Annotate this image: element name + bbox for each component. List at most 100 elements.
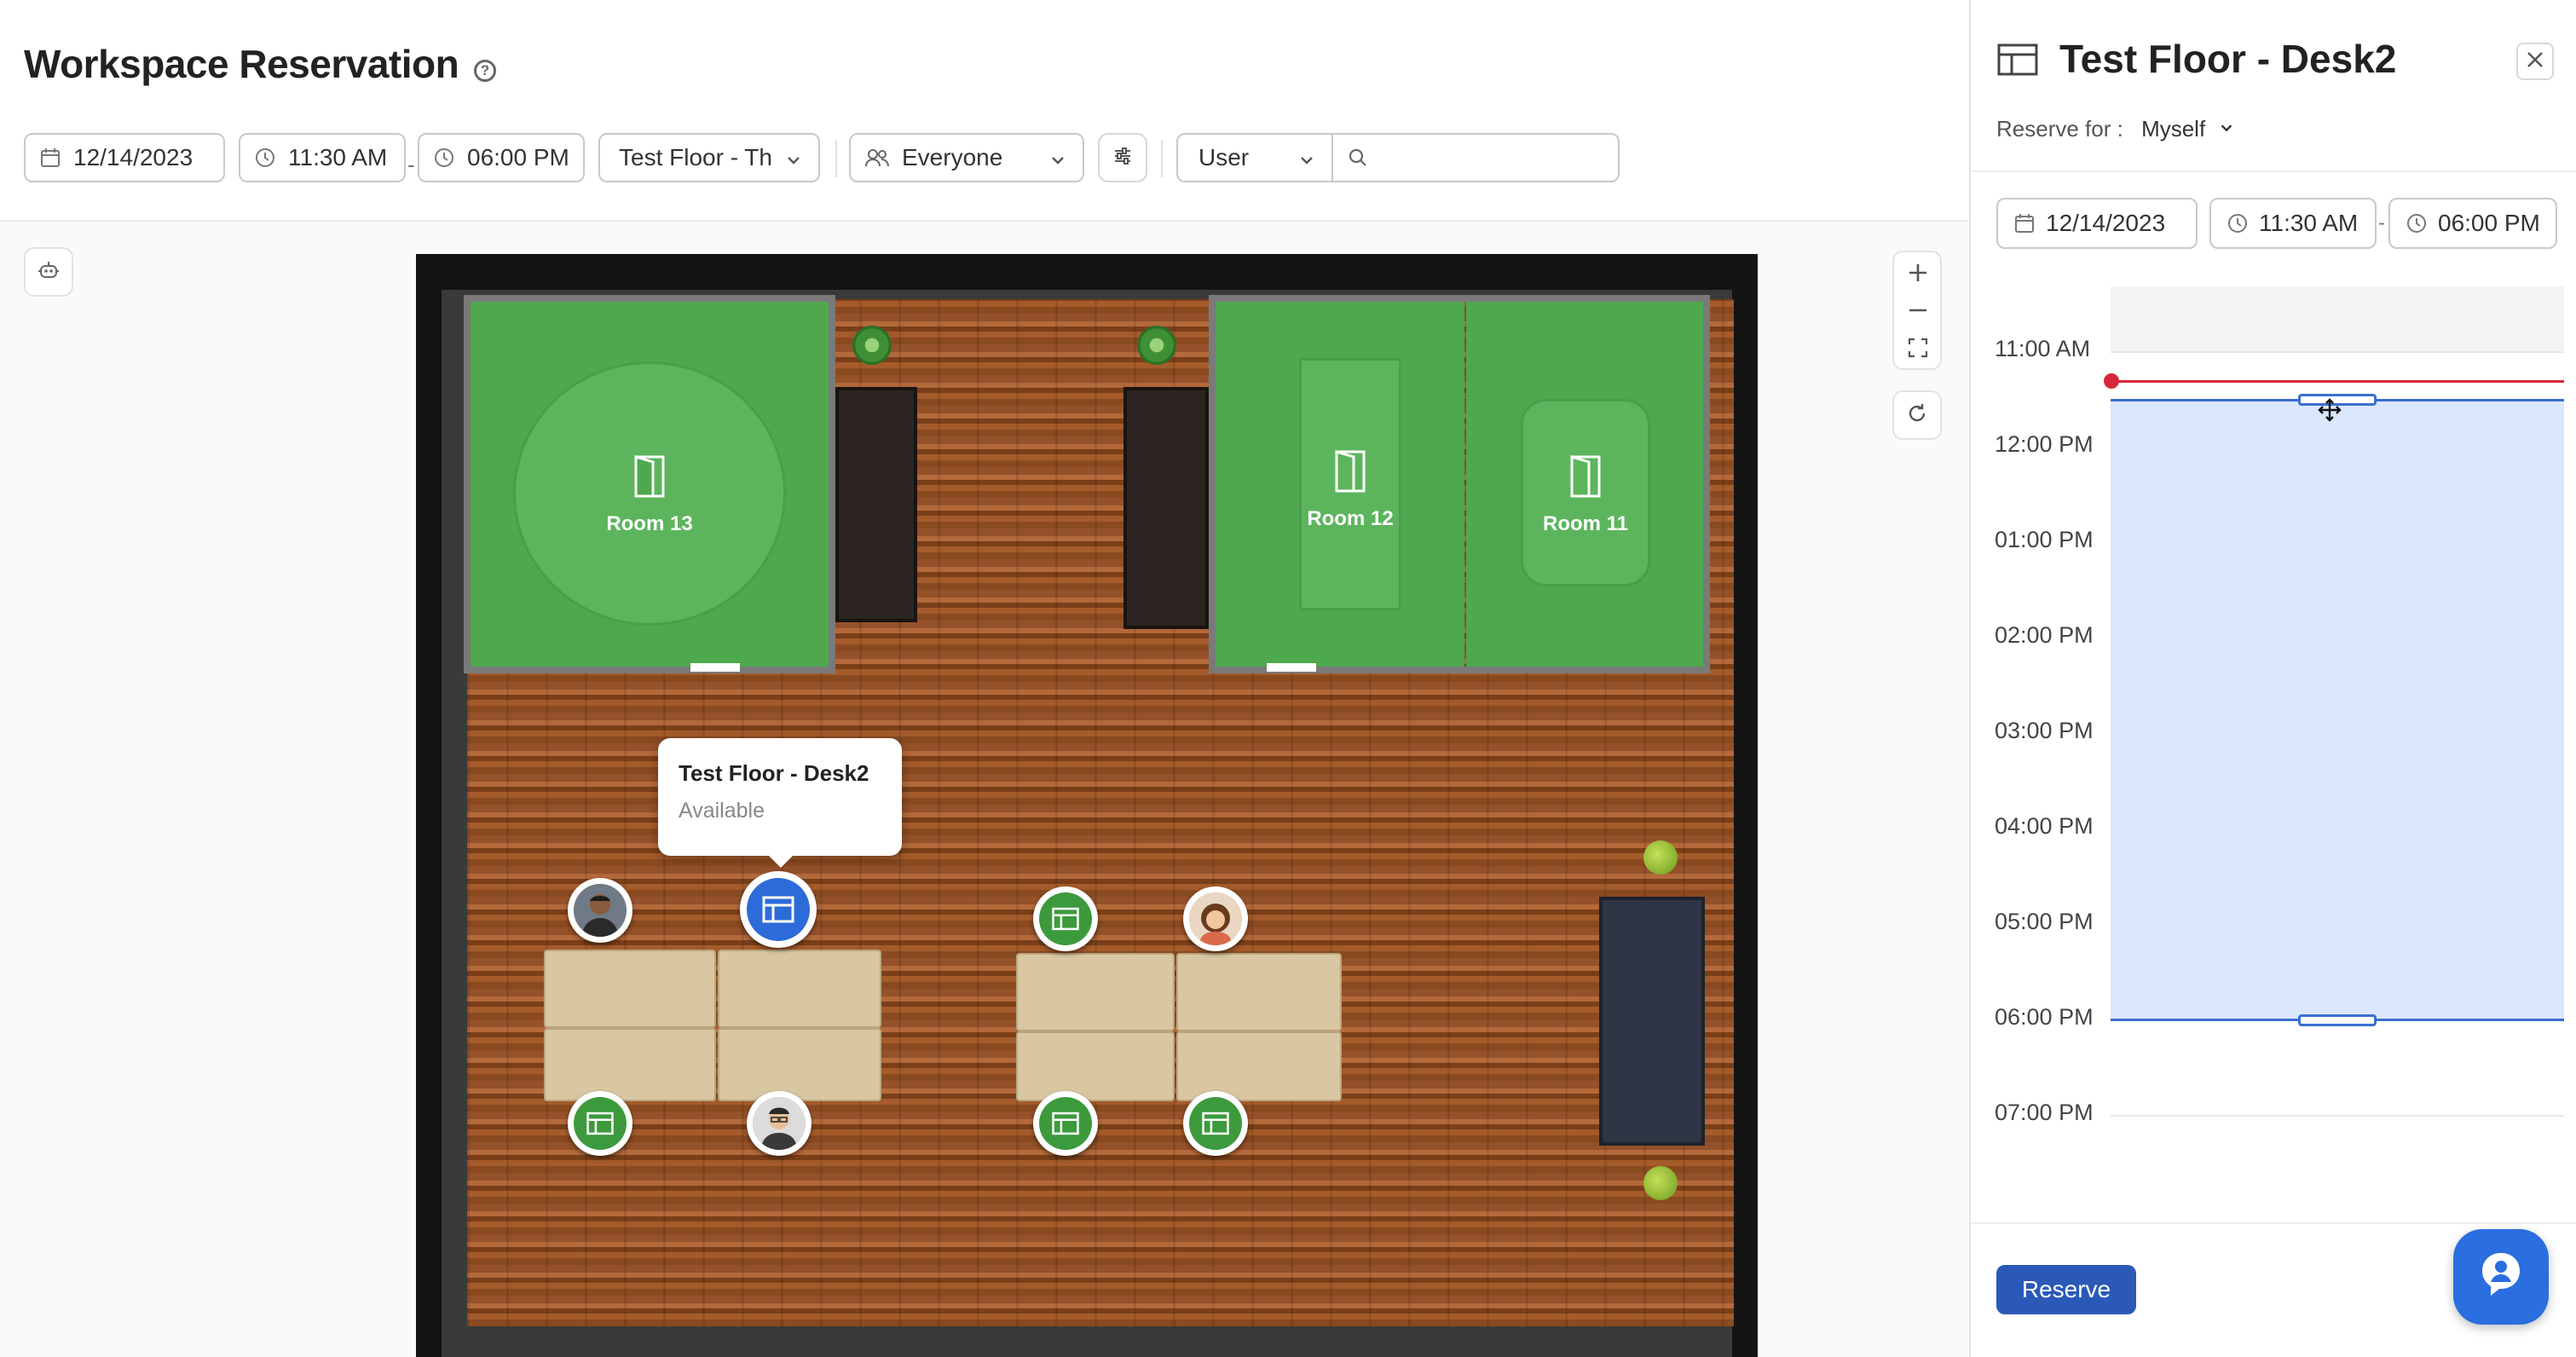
range-end-handle[interactable]: [2298, 1014, 2377, 1026]
close-button[interactable]: [2516, 43, 2554, 80]
hour-label: 05:00 PM: [1995, 909, 2094, 934]
start-time-picker[interactable]: 11:30 AM: [239, 133, 406, 182]
main-area: Workspace Reservation ? 12/14/2023 11:30…: [0, 0, 1969, 1357]
hour-label: 07:00 PM: [1995, 1100, 2094, 1125]
floor-select[interactable]: Test Floor - Th: [598, 133, 820, 182]
close-icon: [2525, 49, 2545, 74]
chat-support-button[interactable]: [2453, 1229, 2549, 1325]
date-picker[interactable]: 12/14/2023: [24, 133, 225, 182]
room-13-label-group: Room 13: [590, 453, 709, 536]
plant: [1643, 840, 1678, 875]
plant: [852, 326, 892, 365]
tooltip-title: Test Floor - Desk2: [679, 760, 869, 786]
refresh-button[interactable]: [1892, 390, 1942, 440]
panel-start-time-picker[interactable]: 11:30 AM: [2209, 198, 2377, 249]
desk-icon: [747, 878, 810, 941]
sliders-icon: [1111, 144, 1135, 172]
room-label: Room 11: [1542, 512, 1629, 535]
room-12-label-group: Room 12: [1291, 448, 1410, 531]
past-time-shade: [2111, 286, 2564, 351]
room-11[interactable]: Room 11: [1466, 302, 1703, 667]
panel-end-time-picker[interactable]: 06:00 PM: [2388, 198, 2557, 249]
hour-gridline: [2111, 351, 2564, 353]
chevron-down-icon: [784, 148, 803, 176]
panel-date-picker[interactable]: 12/14/2023: [1996, 198, 2198, 249]
cabinet: [1123, 387, 1209, 629]
desk-icon: [1189, 1097, 1242, 1150]
desk: [544, 1028, 716, 1101]
reserve-button[interactable]: Reserve: [1996, 1265, 2136, 1314]
hour-label: 12:00 PM: [1995, 431, 2094, 457]
hour-label: 02:00 PM: [1995, 622, 2094, 648]
help-icon[interactable]: ?: [474, 60, 496, 82]
hour-label: 03:00 PM: [1995, 718, 2094, 743]
door-icon: [1333, 448, 1367, 500]
chevron-down-icon: [1048, 148, 1067, 176]
search-type-select[interactable]: User: [1176, 133, 1333, 182]
occupied-desk-pin[interactable]: [568, 878, 632, 943]
reserve-for-label: Reserve for :: [1996, 116, 2123, 141]
panel-title: Test Floor - Desk2: [2059, 37, 2397, 81]
reserve-for-value: Myself: [2141, 116, 2206, 141]
selected-time-range[interactable]: [2111, 399, 2564, 1021]
available-desk-pin[interactable]: [1033, 886, 1098, 951]
audience-value: Everyone: [902, 144, 1003, 170]
desk-icon: [1039, 892, 1092, 945]
hour-gridline: [2111, 1115, 2564, 1117]
clock-icon: [2227, 212, 2249, 234]
desk-tooltip: Test Floor - Desk2 Available: [658, 738, 902, 868]
panel-end-time-value: 06:00 PM: [2438, 210, 2540, 236]
panel-date-value: 12/14/2023: [2046, 210, 2166, 236]
end-time-picker[interactable]: 06:00 PM: [418, 133, 585, 182]
desk-details-panel: Test Floor - Desk2 Reserve for : Myself …: [1969, 0, 2576, 1357]
clock-icon: [433, 147, 455, 169]
zoom-in-icon[interactable]: [1906, 261, 1930, 289]
assistant-bot-button[interactable]: [24, 247, 73, 297]
desk: [544, 950, 716, 1028]
hour-label: 04:00 PM: [1995, 813, 2094, 839]
divider: [1161, 140, 1163, 177]
occupied-desk-pin[interactable]: [1183, 886, 1248, 951]
toolbar: Workspace Reservation ? 12/14/2023 11:30…: [0, 0, 1969, 222]
available-desk-pin[interactable]: [1183, 1091, 1248, 1156]
time-separator: -: [2378, 211, 2385, 234]
audience-select[interactable]: Everyone: [849, 133, 1084, 182]
selected-desk-pin[interactable]: [740, 871, 817, 948]
occupied-desk-pin[interactable]: [747, 1091, 811, 1156]
reserve-for-row[interactable]: Reserve for : Myself: [1996, 116, 2235, 142]
room-13[interactable]: Room 13: [471, 302, 829, 667]
room-11-label-group: Room 11: [1526, 453, 1645, 536]
avatar: [753, 1097, 806, 1150]
avatar: [1189, 892, 1242, 945]
move-cursor-icon: [2317, 397, 2342, 427]
available-desk-pin[interactable]: [1033, 1091, 1098, 1156]
calendar-icon: [2013, 212, 2036, 234]
door-icon: [1568, 453, 1603, 505]
door-marker: [690, 663, 740, 672]
clock-icon: [254, 147, 276, 169]
fullscreen-icon[interactable]: [1906, 336, 1930, 364]
desk-icon: [574, 1097, 627, 1150]
zoom-controls: [1892, 251, 1942, 370]
current-time-dot: [2104, 373, 2119, 389]
floor-value: Test Floor - Th: [619, 144, 772, 170]
desk-icon: [1039, 1097, 1092, 1150]
filter-settings-button[interactable]: [1098, 133, 1147, 182]
desk-icon: [1996, 43, 2039, 81]
room-12[interactable]: Room 12: [1216, 302, 1464, 667]
chevron-down-icon: [2218, 116, 2235, 141]
refresh-icon: [1905, 401, 1929, 430]
time-separator: -: [407, 152, 415, 177]
search-input[interactable]: [1331, 133, 1620, 182]
sofa: [1599, 897, 1705, 1146]
end-time-value: 06:00 PM: [467, 144, 569, 170]
clock-icon: [2406, 212, 2428, 234]
zoom-out-icon[interactable]: [1906, 298, 1930, 326]
panel-start-time-value: 11:30 AM: [2259, 210, 2359, 236]
calendar-icon: [39, 147, 61, 169]
plant: [1643, 1166, 1678, 1200]
date-value: 12/14/2023: [73, 144, 193, 170]
search-icon: [1347, 147, 1369, 169]
available-desk-pin[interactable]: [568, 1091, 632, 1156]
room-label: Room 13: [606, 512, 693, 535]
